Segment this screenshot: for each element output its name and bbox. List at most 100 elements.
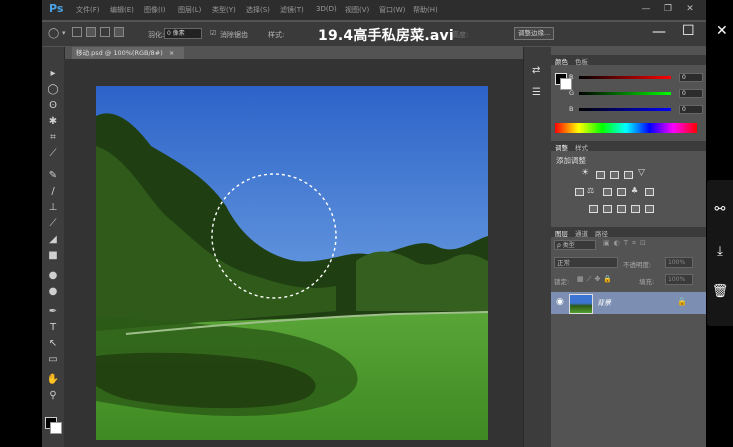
blend-mode-select[interactable]: 正常 xyxy=(554,257,618,268)
share-icon[interactable]: ⚯ xyxy=(707,202,733,217)
move-tool-icon[interactable]: ▸ xyxy=(45,67,61,81)
threshold-icon[interactable] xyxy=(617,205,626,213)
green-label: G xyxy=(569,89,575,97)
menu-help[interactable]: 帮助(H) xyxy=(413,5,438,15)
ellipse-marquee-icon[interactable]: ◯ xyxy=(48,28,59,39)
window-close-button[interactable]: ✕ xyxy=(682,2,698,16)
menu-edit[interactable]: 编辑(E) xyxy=(110,5,134,15)
antialias-checkbox[interactable]: ☑ xyxy=(210,29,216,37)
download-icon[interactable]: ⤓ xyxy=(707,244,733,259)
red-value[interactable]: 0 xyxy=(679,73,703,82)
opacity-input[interactable]: 100% xyxy=(665,257,693,268)
blur-tool-icon[interactable]: ● xyxy=(45,269,61,283)
stamp-tool-icon[interactable]: ⊥ xyxy=(45,201,61,215)
zoom-tool-icon[interactable]: ⚲ xyxy=(45,389,61,403)
menu-type[interactable]: 类型(Y) xyxy=(212,5,236,15)
close-icon[interactable]: × xyxy=(169,49,174,57)
lock-icon: 🔒 xyxy=(677,297,687,306)
color-lookup-icon[interactable] xyxy=(645,188,654,196)
layer-thumbnail xyxy=(569,294,593,314)
selective-color-icon[interactable] xyxy=(631,205,640,213)
crop-tool-icon[interactable]: ⌗ xyxy=(45,131,61,145)
layer-row[interactable]: ◉ 背景 🔒 xyxy=(551,292,706,314)
feather-input[interactable]: 0 像素 xyxy=(164,28,202,39)
window-minimize-button[interactable]: — xyxy=(638,2,654,16)
subtract-selection-icon[interactable] xyxy=(100,27,110,37)
tab-styles[interactable]: 样式 xyxy=(575,142,588,152)
hand-tool-icon[interactable]: ✋ xyxy=(45,373,61,387)
gradient-map-icon[interactable] xyxy=(645,205,654,213)
menu-layer[interactable]: 图层(L) xyxy=(178,5,201,15)
tab-layers[interactable]: 图层 xyxy=(555,228,568,238)
tab-color[interactable]: 颜色 xyxy=(555,56,568,66)
hue-saturation-icon[interactable] xyxy=(575,188,584,196)
window-restore-button[interactable]: ❐ xyxy=(660,2,676,16)
menu-3d[interactable]: 3D(D) xyxy=(316,5,337,13)
pen-tool-icon[interactable]: ✒ xyxy=(45,305,61,319)
dodge-tool-icon[interactable]: ● xyxy=(45,285,61,299)
posterize-icon[interactable] xyxy=(603,205,612,213)
menu-select[interactable]: 选择(S) xyxy=(246,5,270,15)
quick-select-icon[interactable]: ✱ xyxy=(45,115,61,129)
add-selection-icon[interactable] xyxy=(86,27,96,37)
exposure-icon[interactable] xyxy=(624,171,633,179)
menu-image[interactable]: 图像(I) xyxy=(144,5,166,15)
close-button[interactable]: ✕ xyxy=(716,23,728,39)
color-balance-icon[interactable]: ⚖ xyxy=(587,186,594,195)
photo-filter-icon[interactable] xyxy=(617,188,626,196)
menu-file[interactable]: 文件(F) xyxy=(76,5,100,15)
blue-bar[interactable] xyxy=(579,108,671,111)
eyedropper-icon[interactable]: ⟋ xyxy=(45,147,61,161)
green-value[interactable]: 0 xyxy=(679,89,703,98)
intersect-selection-icon[interactable] xyxy=(114,27,124,37)
layer-filter-select[interactable]: ρ 类型 xyxy=(554,240,596,250)
black-white-icon[interactable] xyxy=(603,188,612,196)
vibrance-icon[interactable]: ▽ xyxy=(638,168,645,178)
spectrum-bar[interactable] xyxy=(555,123,697,133)
properties-icon[interactable]: ☰ xyxy=(532,87,541,98)
eraser-tool-icon[interactable]: ◢ xyxy=(45,233,61,247)
history-brush-icon[interactable]: ⟋ xyxy=(45,217,61,231)
tab-paths[interactable]: 路径 xyxy=(595,228,608,238)
healing-brush-icon[interactable]: ✎ xyxy=(45,169,61,183)
green-slider[interactable]: G 0 xyxy=(569,89,706,99)
canvas-photo[interactable] xyxy=(96,86,488,440)
path-select-icon[interactable]: ↖ xyxy=(45,337,61,351)
menu-filter[interactable]: 滤镜(T) xyxy=(280,5,304,15)
brightness-icon[interactable]: ☀ xyxy=(581,168,589,178)
tab-channels[interactable]: 通道 xyxy=(575,228,588,238)
blue-value[interactable]: 0 xyxy=(679,105,703,114)
delete-icon[interactable]: 🗑 xyxy=(707,284,733,299)
lasso-tool-icon[interactable]: ʘ xyxy=(45,99,61,113)
blue-slider[interactable]: B 0 xyxy=(569,105,706,115)
filter-icons[interactable]: ▣◐T⌗⊡ xyxy=(603,239,650,248)
maximize-button[interactable]: ☐ xyxy=(682,23,695,39)
refine-edge-button[interactable]: 调整边缘... xyxy=(514,27,555,40)
minimize-button[interactable]: — xyxy=(652,24,666,40)
eye-icon[interactable]: ◉ xyxy=(556,297,564,307)
levels-icon[interactable] xyxy=(596,171,605,179)
invert-icon[interactable] xyxy=(589,205,598,213)
lock-icons[interactable]: ▦⟋✥🔒 xyxy=(577,275,615,284)
fill-input[interactable]: 100% xyxy=(665,274,693,285)
background-color-swatch[interactable] xyxy=(50,422,62,434)
gradient-tool-icon[interactable]: ■ xyxy=(45,249,61,263)
type-tool-icon[interactable]: T xyxy=(45,321,61,335)
channel-mixer-icon[interactable]: ♣ xyxy=(631,186,638,195)
history-icon[interactable]: ⇄ xyxy=(532,65,540,76)
red-slider[interactable]: R 0 xyxy=(569,73,706,83)
layer-name[interactable]: 背景 xyxy=(597,298,611,308)
tab-adjustments[interactable]: 调整 xyxy=(555,142,568,152)
document-tab[interactable]: 移动.psd @ 100%(RGB/8#) × xyxy=(72,47,184,59)
menu-view[interactable]: 视图(V) xyxy=(345,5,369,15)
green-bar[interactable] xyxy=(579,92,671,95)
chevron-down-icon[interactable]: ▾ xyxy=(62,29,66,37)
red-bar[interactable] xyxy=(579,76,671,79)
shape-tool-icon[interactable]: ▭ xyxy=(45,353,61,367)
menu-window[interactable]: 窗口(W) xyxy=(379,5,405,15)
new-selection-icon[interactable] xyxy=(72,27,82,37)
curves-icon[interactable] xyxy=(610,171,619,179)
tab-swatches[interactable]: 色板 xyxy=(575,56,588,66)
marquee-tool-icon[interactable]: ◯ xyxy=(45,83,61,97)
brush-tool-icon[interactable]: / xyxy=(45,185,61,199)
